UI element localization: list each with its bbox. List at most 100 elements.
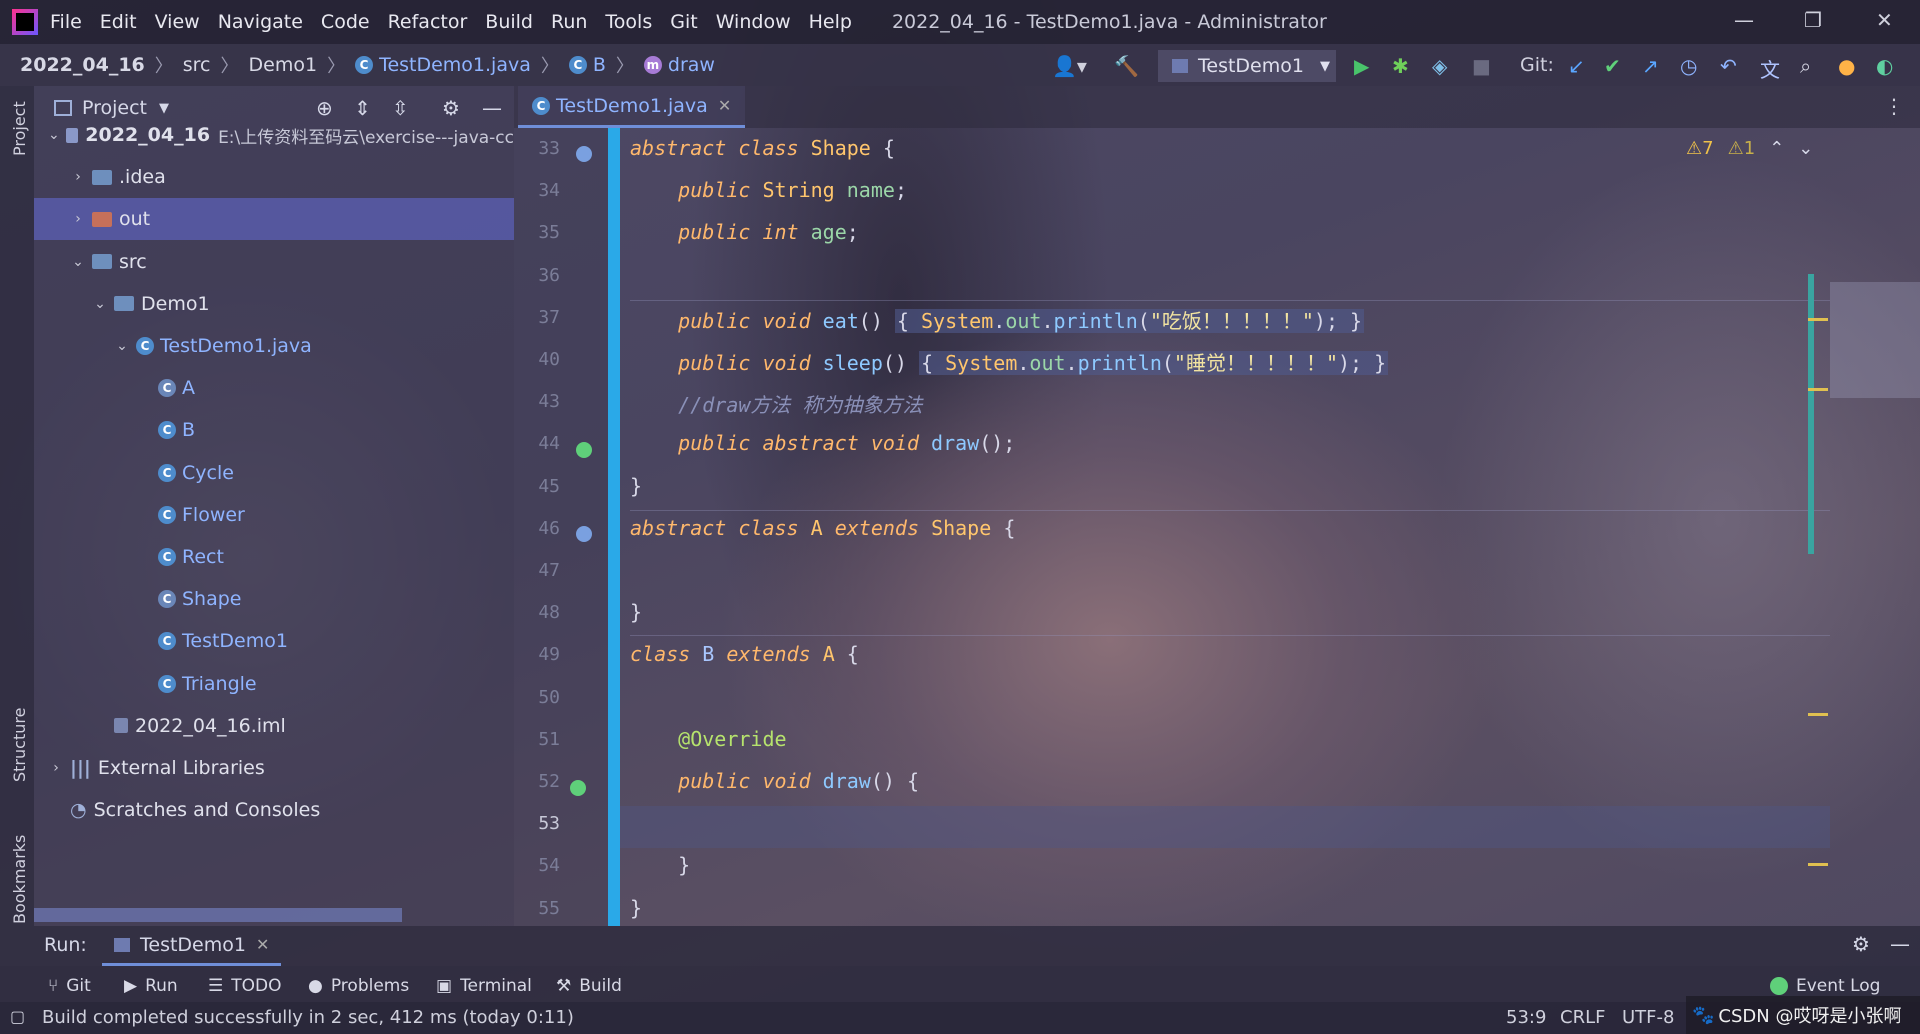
tool-window-build[interactable]: ⚒ Build — [556, 976, 622, 996]
stop-icon[interactable]: ■ — [1472, 54, 1491, 78]
close-tab-icon[interactable]: ✕ — [718, 96, 731, 115]
code-line[interactable]: public abstract void draw(); — [630, 431, 1015, 455]
tree-item-external-libraries[interactable]: › ||| External Libraries — [34, 747, 514, 789]
coverage-icon[interactable]: ◈ — [1432, 54, 1447, 78]
chevron-down-icon[interactable]: ⌄ — [92, 296, 108, 312]
tree-item-src[interactable]: ⌄ src — [34, 241, 514, 283]
close-tab-icon[interactable]: ✕ — [256, 935, 269, 954]
menu-run[interactable]: Run — [551, 11, 587, 33]
hide-panel-icon[interactable]: — — [1890, 932, 1910, 956]
menu-git[interactable]: Git — [670, 11, 697, 33]
tree-item-testdemo1-java[interactable]: ⌄ C TestDemo1.java — [34, 325, 514, 367]
git-commit-icon[interactable]: ✔ — [1604, 54, 1621, 78]
tree-item-2022-04-16-iml[interactable]: 2022_04_16.iml — [34, 705, 514, 747]
breadcrumb-class[interactable]: CB — [568, 54, 606, 76]
chevron-down-icon[interactable]: ⌄ — [70, 254, 86, 270]
plugin-icon[interactable]: ◐ — [1876, 54, 1893, 78]
menu-window[interactable]: Window — [716, 11, 791, 33]
minimap[interactable] — [1808, 128, 1920, 926]
menu-refactor[interactable]: Refactor — [388, 11, 468, 33]
project-tool-tab[interactable]: Project — [10, 101, 29, 156]
chevron-right-icon[interactable]: › — [70, 211, 86, 227]
history-icon[interactable]: ◷ — [1680, 54, 1697, 78]
file-encoding[interactable]: UTF-8 — [1622, 1007, 1674, 1028]
tree-item-demo1[interactable]: ⌄ Demo1 — [34, 283, 514, 325]
gear-icon[interactable]: ⚙ — [1852, 932, 1870, 956]
menu-edit[interactable]: Edit — [100, 11, 137, 33]
menu-file[interactable]: File — [50, 11, 82, 33]
run-config-select[interactable]: TestDemo1 ▼ — [1158, 50, 1336, 82]
implemented-icon[interactable] — [576, 146, 592, 162]
breadcrumb-file[interactable]: C TestDemo1.java — [355, 54, 531, 76]
tree-item-out[interactable]: › out — [34, 198, 514, 241]
code-line[interactable]: abstract class Shape { — [630, 136, 895, 160]
breadcrumb-project[interactable]: 2022_04_16 — [20, 54, 145, 76]
inspection-widget[interactable]: ⚠7 ⚠1 ⌃ ⌄ — [1686, 138, 1813, 159]
code-line[interactable]: public int age; — [630, 220, 859, 244]
translate-icon[interactable]: 文 — [1760, 54, 1780, 83]
code-line[interactable]: } — [630, 853, 690, 877]
implemented-icon[interactable] — [576, 526, 592, 542]
chevron-down-icon[interactable]: ⌄ — [114, 338, 130, 354]
code-line[interactable]: public void eat() { System.out.println("… — [630, 305, 1365, 334]
tool-window-terminal[interactable]: ▣ Terminal — [436, 976, 532, 996]
run-tab-testdemo1[interactable]: TestDemo1 ✕ — [102, 926, 282, 966]
git-push-icon[interactable]: ↗ — [1642, 54, 1659, 78]
event-log-button[interactable]: Event Log — [1770, 976, 1880, 996]
more-icon[interactable]: ⋮ — [1884, 94, 1904, 118]
chevron-right-icon[interactable]: › — [48, 760, 64, 776]
tree-item-flower[interactable]: C Flower — [34, 494, 514, 536]
code-line[interactable]: //draw方法 称为抽象方法 — [630, 389, 922, 418]
minimize-icon[interactable]: — — [1734, 8, 1754, 32]
code-line[interactable]: @Override — [630, 727, 786, 751]
menu-view[interactable]: View — [155, 11, 200, 33]
tab-testdemo1-java[interactable]: C TestDemo1.java ✕ — [518, 86, 746, 128]
breadcrumb-method[interactable]: m draw — [643, 54, 715, 76]
tool-window-todo[interactable]: ☰ TODO — [208, 976, 282, 996]
build-hammer-icon[interactable]: 🔨 — [1114, 54, 1139, 78]
code-line[interactable]: public void sleep() { System.out.println… — [630, 347, 1389, 376]
tree-item-shape[interactable]: C Shape — [34, 578, 514, 620]
implemented-icon[interactable] — [576, 442, 592, 458]
chevron-down-icon[interactable]: ⌄ — [48, 127, 60, 143]
caret-position[interactable]: 53:9 — [1506, 1007, 1546, 1028]
chevron-down-icon[interactable]: ⌄ — [1798, 138, 1813, 159]
menu-code[interactable]: Code — [321, 11, 370, 33]
code-line[interactable]: public void draw() { — [630, 769, 919, 793]
tree-item-2022-04-16[interactable]: ⌄ 2022_04_16 E:\上传资料至码云\exercise---java-cc — [34, 114, 514, 156]
search-icon[interactable]: ⌕ — [1800, 54, 1811, 78]
chevron-up-icon[interactable]: ⌃ — [1769, 138, 1784, 159]
tree-item-cycle[interactable]: C Cycle — [34, 452, 514, 494]
code-line[interactable]: } — [630, 474, 642, 498]
menu-build[interactable]: Build — [485, 11, 533, 33]
tree-item-b[interactable]: CB — [34, 409, 514, 451]
breadcrumb-package[interactable]: Demo1 — [249, 54, 318, 76]
code-line[interactable]: } — [630, 896, 642, 920]
tree-item-a[interactable]: CA — [34, 367, 514, 409]
line-separator[interactable]: CRLF — [1560, 1007, 1605, 1028]
menu-navigate[interactable]: Navigate — [218, 11, 303, 33]
tree-item-scratches-and-consoles[interactable]: ◔ Scratches and Consoles — [34, 789, 514, 831]
structure-tool-tab[interactable]: Structure — [10, 708, 29, 782]
tool-window-git[interactable]: ⑂ Git — [48, 976, 91, 996]
tool-window-run[interactable]: ▶ Run — [124, 976, 178, 996]
tree-item-testdemo1[interactable]: C TestDemo1 — [34, 620, 514, 662]
override-icon[interactable] — [570, 780, 586, 796]
bookmarks-tool-tab[interactable]: Bookmarks — [10, 835, 29, 924]
menu-help[interactable]: Help — [809, 11, 852, 33]
status-message[interactable]: Build completed successfully in 2 sec, 4… — [42, 1007, 574, 1028]
code-line[interactable]: } — [630, 600, 642, 624]
tree-item-rect[interactable]: C Rect — [34, 536, 514, 578]
code-line[interactable]: class B extends A { — [630, 642, 859, 666]
tree-item-triangle[interactable]: C Triangle — [34, 663, 514, 705]
menu-tools[interactable]: Tools — [605, 11, 652, 33]
debug-icon[interactable]: ✱ — [1392, 54, 1409, 78]
code-line[interactable]: abstract class A extends Shape { — [630, 516, 1015, 540]
close-window-icon[interactable]: ✕ — [1876, 8, 1893, 32]
run-icon[interactable]: ▶ — [1354, 54, 1369, 78]
user-icon[interactable]: 👤▾ — [1052, 54, 1087, 78]
horizontal-scrollbar[interactable] — [34, 908, 402, 922]
git-update-icon[interactable]: ↙ — [1568, 54, 1585, 78]
tree-item--idea[interactable]: › .idea — [34, 156, 514, 198]
chevron-right-icon[interactable]: › — [70, 169, 86, 185]
